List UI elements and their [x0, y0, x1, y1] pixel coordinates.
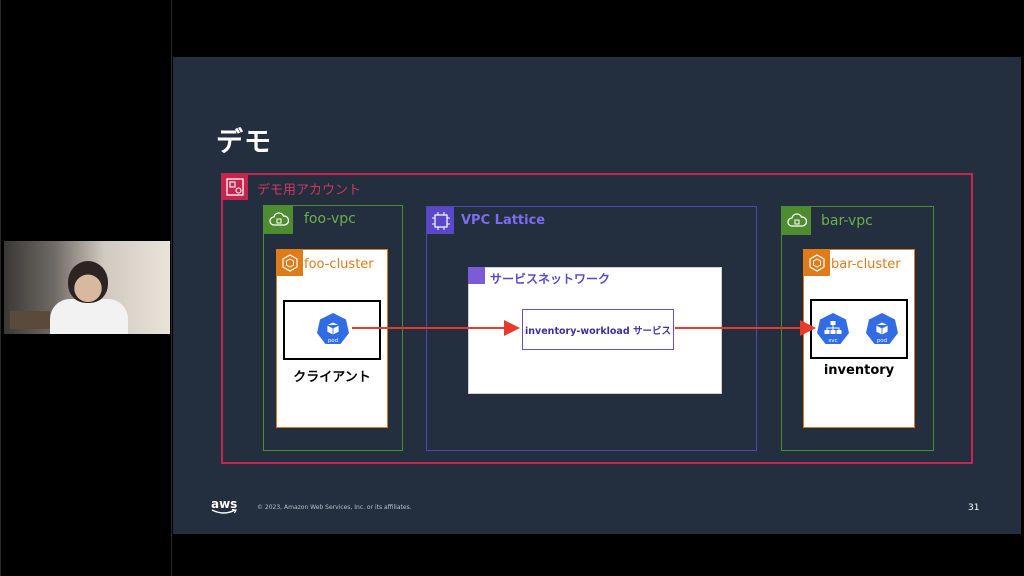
flow-arrows: [352, 320, 816, 336]
aws-logo: aws: [211, 497, 237, 515]
page-number: 31: [968, 503, 980, 513]
footer-copyright: © 2023, Amazon Web Services, Inc. or its…: [257, 504, 412, 511]
aws-logo-text: aws: [211, 497, 238, 511]
